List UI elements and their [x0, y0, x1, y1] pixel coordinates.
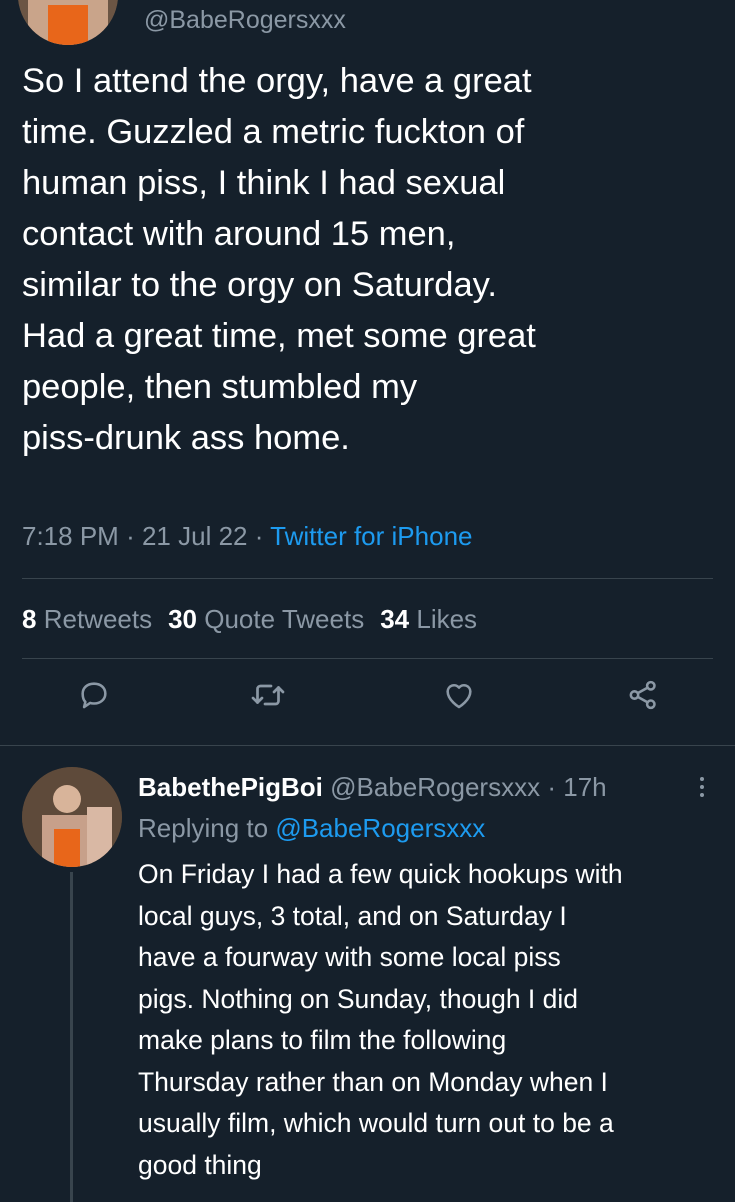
reply-icon — [81, 682, 107, 709]
reply-text-line: good thing — [138, 1149, 262, 1180]
like-icon — [446, 683, 472, 709]
tweet-text-line: contact with around 15 men, — [22, 215, 456, 253]
tweet-text-line: piss-drunk ass home. — [22, 419, 350, 457]
share-icon — [629, 680, 656, 710]
replying-label: Replying to — [138, 813, 269, 843]
reply-header: BabethePigBoi @BabeRogersxxx · 17h — [138, 772, 607, 803]
replying-mention[interactable]: @BabeRogersxxx — [275, 813, 485, 843]
replying-to: Replying to @BabeRogersxxx — [138, 813, 485, 844]
likes-count: 34 — [380, 604, 410, 634]
share-button[interactable] — [613, 665, 673, 725]
reply-display-name[interactable]: BabethePigBoi — [138, 772, 323, 802]
retweets-label: Retweets — [43, 604, 153, 634]
quotes-label: Quote Tweets — [204, 604, 365, 634]
avatar[interactable] — [22, 767, 122, 867]
tweet-stats: 8 Retweets 30 Quote Tweets 34 Likes — [22, 604, 477, 635]
divider — [22, 578, 713, 579]
divider — [22, 658, 713, 659]
retweets-count: 8 — [22, 604, 37, 634]
tweet-text: So I attend the orgy, have a great time.… — [22, 56, 722, 464]
avatar[interactable] — [18, 0, 118, 45]
reply-text-line: usually film, which would turn out to be… — [138, 1108, 614, 1138]
tweet-actions — [0, 665, 735, 745]
reply-text-line: have a fourway with some local piss — [138, 942, 561, 972]
reply-text-line: On Friday I had a few quick hookups with — [138, 859, 623, 889]
reply-text-line: make plans to film the following — [138, 1025, 507, 1055]
tweet-text-line: similar to the orgy on Saturday. — [22, 266, 497, 304]
retweets-stat[interactable]: 8 Retweets — [22, 604, 152, 634]
tweet-text-line: human piss, I think I had sexual — [22, 164, 506, 202]
meta-separator: · — [547, 772, 556, 802]
likes-label: Likes — [416, 604, 478, 634]
divider — [0, 745, 735, 746]
meta-separator: · — [126, 521, 135, 551]
tweet-text-line: Had a great time, met some great — [22, 317, 536, 355]
thread-line — [70, 872, 73, 1202]
tweet-time[interactable]: 7:18 PM — [22, 521, 119, 551]
likes-stat[interactable]: 34 Likes — [380, 604, 477, 634]
reply-tweet[interactable]: BabethePigBoi @BabeRogersxxx · 17h Reply… — [0, 747, 735, 1202]
tweet-date[interactable]: 21 Jul 22 — [142, 521, 248, 551]
reply-text: On Friday I had a few quick hookups with… — [138, 854, 728, 1186]
meta-separator: · — [254, 521, 264, 551]
retweet-button[interactable] — [238, 665, 298, 725]
author-handle[interactable]: @BabeRogersxxx — [144, 6, 346, 35]
tweet-text-line: people, then stumbled my — [22, 368, 418, 406]
quotes-stat[interactable]: 30 Quote Tweets — [168, 604, 364, 634]
reply-handle[interactable]: @BabeRogersxxx — [330, 772, 540, 802]
tweet-text-line: time. Guzzled a metric fuckton of — [22, 113, 525, 151]
tweet-meta: 7:18 PM · 21 Jul 22 · Twitter for iPhone — [22, 521, 472, 552]
reply-button[interactable] — [64, 665, 124, 725]
quotes-count: 30 — [168, 604, 198, 634]
more-options-icon[interactable] — [690, 769, 714, 805]
reply-text-line: Thursday rather than on Monday when I — [138, 1066, 608, 1097]
reply-text-line: local guys, 3 total, and on Saturday I — [138, 900, 567, 931]
reply-age[interactable]: 17h — [563, 772, 606, 802]
retweet-icon — [251, 684, 285, 706]
like-button[interactable] — [429, 665, 489, 725]
tweet-text-line: So I attend the orgy, have a great — [22, 62, 532, 100]
tweet-source-link[interactable]: Twitter for iPhone — [270, 521, 472, 551]
reply-text-line: pigs. Nothing on Sunday, though I did — [138, 983, 579, 1014]
